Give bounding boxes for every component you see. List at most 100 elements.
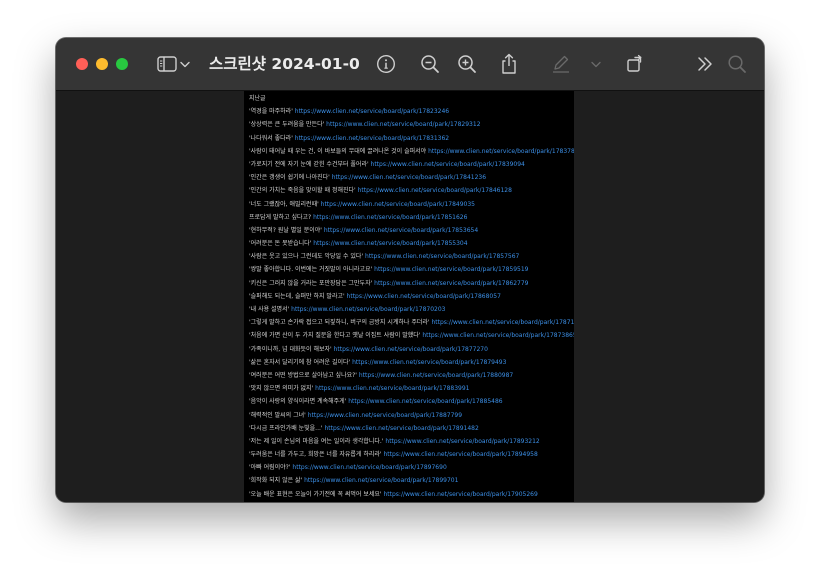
- minimize-button[interactable]: [96, 58, 108, 70]
- line-link[interactable]: https://www.clien.net/service/board/park…: [385, 438, 539, 445]
- zoom-in-icon: [457, 54, 477, 74]
- info-icon: [376, 54, 396, 74]
- line-link[interactable]: https://www.clien.net/service/board/park…: [295, 108, 449, 115]
- document-line: '처음에 가면 산이 두 가지 질문을 한다고 옛날 이집트 사람이 말했다' …: [249, 329, 574, 342]
- document-line: '어려분은 돈 못받습니다' https://www.clien.net/ser…: [249, 237, 574, 250]
- line-text: '현하무적? 원날 별일 분이야': [249, 226, 324, 234]
- line-text: '저는 제 일이 손님의 마음을 여는 일이라 생각합니다.': [249, 437, 386, 445]
- zoom-in-button[interactable]: [455, 52, 479, 76]
- sidebar-icon: [157, 56, 177, 72]
- line-link[interactable]: https://www.clien.net/service/board/park…: [431, 319, 574, 326]
- line-link[interactable]: https://www.clien.net/service/board/park…: [326, 121, 480, 128]
- zoom-out-button[interactable]: [418, 52, 442, 76]
- line-link[interactable]: https://www.clien.net/service/board/park…: [428, 148, 574, 155]
- document-line: 지난글: [249, 92, 574, 105]
- line-link[interactable]: https://www.clien.net/service/board/park…: [374, 266, 528, 273]
- document-line: '가로지기 전에 자기 눈에 갇힌 수건부터 풀어라' https://www.…: [249, 158, 574, 171]
- line-link[interactable]: https://www.clien.net/service/board/park…: [358, 187, 512, 194]
- info-button[interactable]: [374, 52, 398, 76]
- line-text: '희작화 되지 않은 삶': [249, 477, 305, 485]
- line-link[interactable]: https://www.clien.net/service/board/park…: [332, 174, 486, 181]
- line-text: '처음에 가면 산이 두 가지 질문을 한다고 옛날 이집트 사람이 말했다': [249, 332, 423, 340]
- document-viewer[interactable]: 지난글 '역경을 마주하라' https://www.clien.net/serv…: [56, 91, 764, 502]
- search-button[interactable]: [725, 52, 749, 76]
- document-line: '맛지 않으면 의미가 없지' https://www.clien.net/se…: [249, 382, 574, 395]
- document-line: '두려움은 너를 가두고, 희망은 너를 자유롭게 하리라' https://w…: [249, 448, 574, 461]
- document-line: '사람이 태어날 때 우는 건, 이 바보들의 무대에 끌려나온 것이 슬퍼서야…: [249, 145, 574, 158]
- zoom-out-icon: [420, 54, 440, 74]
- line-link[interactable]: https://www.clien.net/service/board/park…: [313, 240, 467, 247]
- markup-button[interactable]: [549, 52, 573, 76]
- line-link[interactable]: https://www.clien.net/service/board/park…: [295, 135, 449, 142]
- line-link[interactable]: https://www.clien.net/service/board/park…: [334, 346, 488, 353]
- line-text: '사람은 웃고 있으나 그런데도 악당일 수 있다': [249, 253, 366, 261]
- rotate-button[interactable]: [623, 52, 647, 76]
- line-link[interactable]: https://www.clien.net/service/board/park…: [348, 398, 502, 405]
- line-link[interactable]: https://www.clien.net/service/board/park…: [321, 201, 475, 208]
- search-icon: [727, 54, 747, 74]
- line-text: '키신은 그러지 않을 거라는 포만장담은 그만두자': [249, 279, 375, 287]
- line-text: '가족이니까, 넘 대화듯이 해보자': [249, 345, 334, 353]
- line-text: '여러분은 어떤 방법으로 살아남고 싶나요?': [249, 371, 359, 379]
- line-link[interactable]: https://www.clien.net/service/board/park…: [383, 451, 537, 458]
- line-link[interactable]: https://www.clien.net/service/board/park…: [359, 372, 513, 379]
- line-link[interactable]: https://www.clien.net/service/board/park…: [292, 464, 446, 471]
- document-line: '슬퍼해도 되는데, 슬퍼만 하지 말라고' https://www.clien…: [249, 290, 574, 303]
- line-text: '두려움은 너를 가두고, 희망은 너를 자유롭게 하리라': [249, 451, 384, 459]
- line-link[interactable]: https://www.clien.net/service/board/park…: [291, 306, 445, 313]
- line-text: '역경을 마주하라': [249, 108, 295, 116]
- document-line: '역경을 마주하라' https://www.clien.net/service…: [249, 105, 574, 118]
- document-line: '그렇게 말하고 손가락 접으고 되짚하니, 버구의 금방지 시계하나 주더라'…: [249, 316, 574, 329]
- line-link[interactable]: https://www.clien.net/service/board/park…: [324, 425, 478, 432]
- line-text: '상상력은 큰 두려움을 만든다': [249, 121, 327, 129]
- more-chevron-icon: [696, 56, 714, 72]
- line-text: '오늘 배운 표현은 오늘이 가기전에 꼭 써먹어 보세요': [249, 490, 384, 498]
- document-line: '나다워서 좋다라' https://www.clien.net/service…: [249, 132, 574, 145]
- toolbar: 스크린샷 2024-01-0...: [56, 38, 764, 91]
- document-line: '아빠 어림이야?' https://www.clien.net/service…: [249, 461, 574, 474]
- document-line: '삶은 혼자서 달리기에 참 어려운 길이다' https://www.clie…: [249, 356, 574, 369]
- document-line: '오늘 배운 표현은 오늘이 가기전에 꼭 써먹어 보세요' https://w…: [249, 488, 574, 501]
- rotate-icon: [625, 54, 645, 74]
- line-text: '인간은 갱생이 쉽기에 나아진다': [249, 174, 332, 182]
- line-text: '가로지기 전에 자기 눈에 갇힌 수건부터 풀어라': [249, 160, 371, 168]
- line-link[interactable]: https://www.clien.net/service/board/park…: [324, 227, 478, 234]
- line-link[interactable]: https://www.clien.net/service/board/park…: [304, 477, 458, 484]
- line-link[interactable]: https://www.clien.net/service/board/park…: [313, 214, 467, 221]
- document-line: '음악이 사랑의 양식이라면 계속해주게' https://www.clien.…: [249, 395, 574, 408]
- line-text: '삶은 혼자서 달리기에 참 어려운 길이다': [249, 358, 353, 366]
- line-link[interactable]: https://www.clien.net/service/board/park…: [371, 161, 525, 168]
- window-title: 스크린샷 2024-01-0...: [209, 55, 359, 73]
- chevron-down-icon: [180, 61, 190, 68]
- more-tools-button[interactable]: [693, 52, 717, 76]
- document-lines: 지난글 '역경을 마주하라' https://www.clien.net/serv…: [249, 92, 574, 501]
- line-link[interactable]: https://www.clien.net/service/board/park…: [383, 491, 537, 498]
- line-link[interactable]: https://www.clien.net/service/board/park…: [308, 412, 462, 419]
- line-text: '음악이 사랑의 양식이라면 계속해주게': [249, 398, 349, 406]
- share-button[interactable]: [497, 52, 521, 76]
- sidebar-toggle-button[interactable]: [155, 52, 179, 76]
- line-text: '나다워서 좋다라': [249, 134, 295, 142]
- document-line: '현하무적? 원날 별일 분이야' https://www.clien.net/…: [249, 224, 574, 237]
- line-text: '맛지 않으면 의미가 없지': [249, 385, 316, 393]
- line-link[interactable]: https://www.clien.net/service/board/park…: [347, 293, 501, 300]
- line-text: 지난글: [249, 95, 266, 102]
- line-text: '내 사용 설명서': [249, 306, 292, 313]
- line-text: '아빠 어림이야?': [249, 464, 293, 472]
- close-button[interactable]: [76, 58, 88, 70]
- document-line: '너도 그랬잖아, 애밀리런때' https://www.clien.net/s…: [249, 198, 574, 211]
- document-line: '해력적인 말씨의 그녀' https://www.clien.net/serv…: [249, 409, 574, 422]
- line-link[interactable]: https://www.clien.net/service/board/park…: [374, 280, 528, 287]
- share-icon: [500, 53, 518, 75]
- line-text: '슬퍼해도 되는데, 슬퍼만 하지 말라고': [249, 292, 347, 300]
- markup-menu-button[interactable]: [589, 52, 603, 76]
- line-link[interactable]: https://www.clien.net/service/board/park…: [365, 253, 519, 260]
- line-link[interactable]: https://www.clien.net/service/board/park…: [352, 359, 506, 366]
- line-link[interactable]: https://www.clien.net/service/board/park…: [422, 332, 574, 339]
- maximize-button[interactable]: [116, 58, 128, 70]
- line-link[interactable]: https://www.clien.net/service/board/park…: [315, 385, 469, 392]
- line-text: '쌍말 좋아합니다. 이번에는 거짓말이 아니라고요': [249, 266, 375, 274]
- document-line: '사람은 웃고 있으나 그런데도 악당일 수 있다' https://www.c…: [249, 250, 574, 263]
- document-line: '가족이니까, 넘 대화듯이 해보자' https://www.clien.ne…: [249, 343, 574, 356]
- sidebar-menu-button[interactable]: [178, 52, 192, 76]
